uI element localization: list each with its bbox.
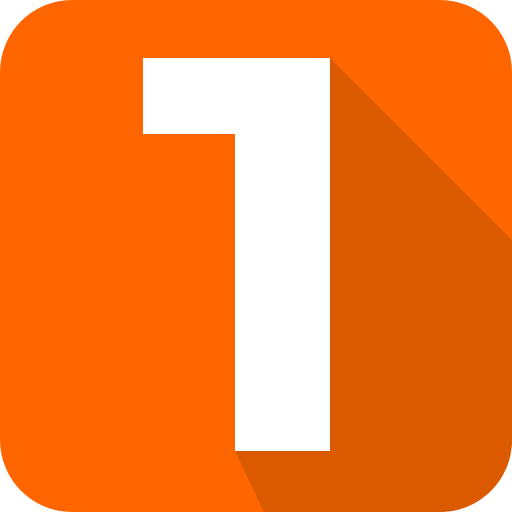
number-one-icon [0, 0, 512, 512]
number-one-app-icon: 1 [0, 0, 512, 512]
